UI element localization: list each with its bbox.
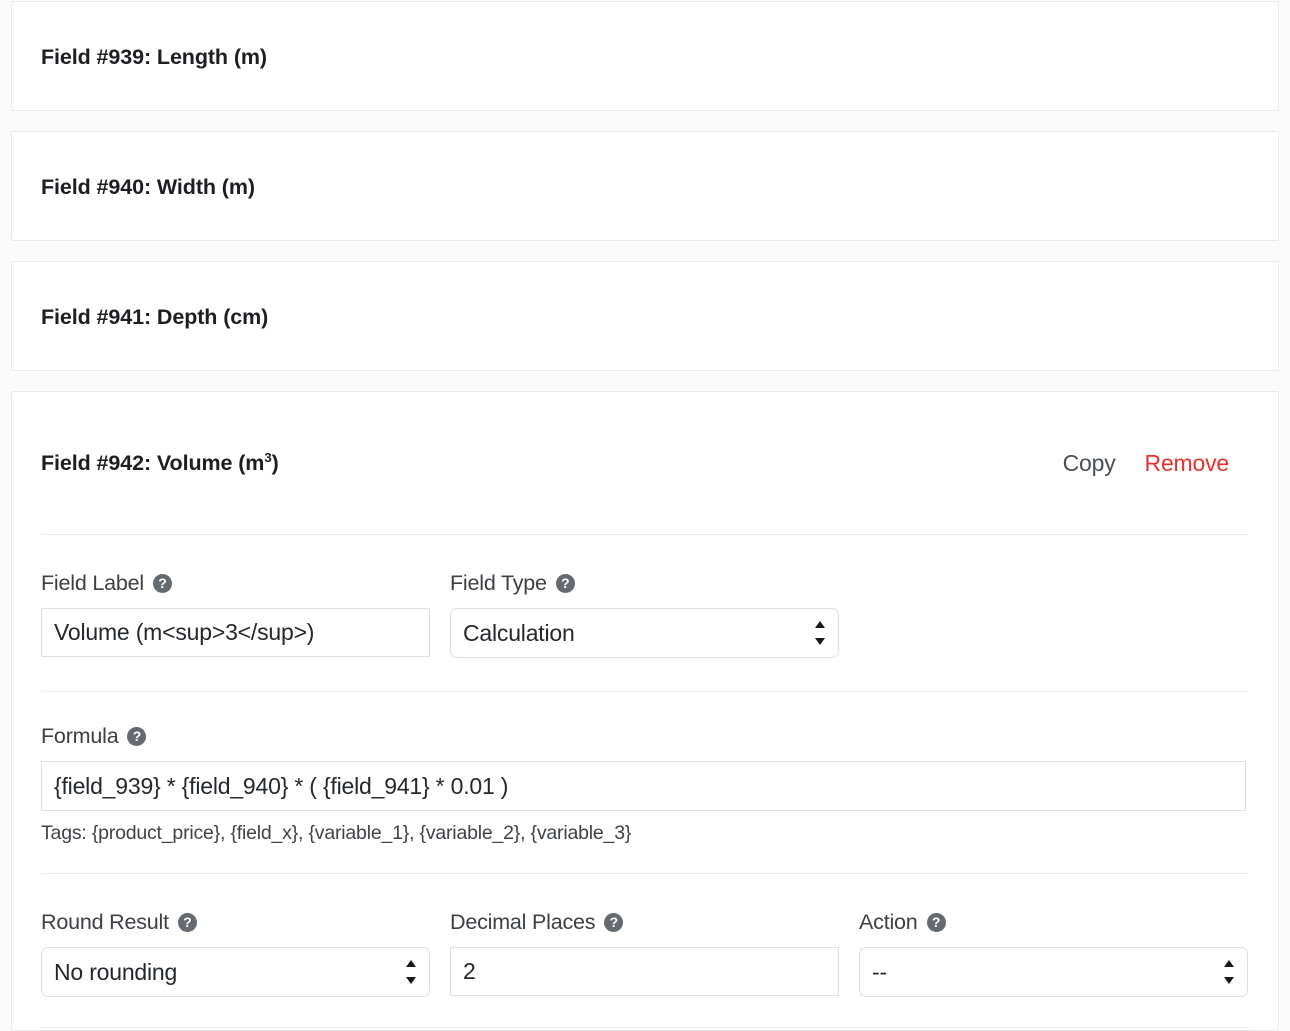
help-icon[interactable]: ? bbox=[177, 913, 197, 932]
field-card-actions: Copy Remove bbox=[1063, 450, 1249, 477]
action-select[interactable]: -- bbox=[859, 947, 1248, 997]
field-card-941[interactable]: Field #941: Depth (cm) bbox=[11, 261, 1279, 371]
row-label-type: Field Label ? Field Type ? Calculation bbox=[41, 535, 1249, 691]
help-icon[interactable]: ? bbox=[604, 913, 624, 932]
action-label-text: Action bbox=[859, 910, 918, 934]
action-select-wrap: -- bbox=[859, 947, 1248, 997]
formula-caption: Formula ? bbox=[41, 724, 1249, 749]
formula-tags-hint: Tags: {product_price}, {field_x}, {varia… bbox=[41, 822, 632, 844]
row-round-decimal-action: Round Result ? No rounding Decimal Place… bbox=[41, 874, 1249, 1027]
field-type-caption: Field Type ? bbox=[450, 571, 839, 596]
field-title-prefix: Field #942: Volume (m bbox=[41, 450, 265, 475]
field-type-group: Field Type ? Calculation bbox=[450, 571, 859, 658]
field-card-header[interactable]: Field #940: Width (m) bbox=[12, 132, 1278, 242]
round-result-group: Round Result ? No rounding bbox=[41, 910, 450, 997]
field-type-select-wrap: Calculation bbox=[450, 608, 839, 658]
field-type-text: Field Type bbox=[450, 571, 547, 595]
field-title: Field #941: Depth (cm) bbox=[41, 304, 269, 329]
decimal-places-input[interactable] bbox=[450, 947, 839, 996]
round-result-label-text: Round Result bbox=[41, 910, 169, 934]
field-label-group: Field Label ? bbox=[41, 571, 450, 658]
round-result-select-wrap: No rounding bbox=[41, 947, 430, 997]
field-card-939[interactable]: Field #939: Length (m) bbox=[11, 1, 1279, 111]
row-divider-3 bbox=[41, 1027, 1249, 1028]
field-type-select[interactable]: Calculation bbox=[450, 608, 839, 658]
field-label-text: Field Label bbox=[41, 571, 144, 595]
help-icon[interactable]: ? bbox=[555, 574, 575, 593]
row-formula: Formula ? Tags: {product_price}, {field_… bbox=[41, 692, 1249, 873]
field-label-input[interactable] bbox=[41, 608, 430, 657]
help-icon[interactable]: ? bbox=[926, 913, 946, 932]
formula-label-text: Formula bbox=[41, 724, 119, 748]
field-title: Field #942: Volume (m3) bbox=[41, 449, 279, 476]
action-caption: Action ? bbox=[859, 910, 1248, 935]
field-card-header[interactable]: Field #939: Length (m) bbox=[12, 2, 1278, 112]
round-result-caption: Round Result ? bbox=[41, 910, 430, 935]
formula-input[interactable] bbox=[41, 761, 1246, 811]
decimal-places-label-text: Decimal Places bbox=[450, 910, 596, 934]
field-title-suffix: ) bbox=[271, 450, 279, 475]
decimal-places-caption: Decimal Places ? bbox=[450, 910, 839, 935]
field-title-superscript: 3 bbox=[264, 449, 272, 465]
field-settings-body: Field Label ? Field Type ? Calculation bbox=[12, 535, 1278, 1028]
field-list: Field #939: Length (m) Field #940: Width… bbox=[0, 1, 1290, 1031]
help-icon[interactable]: ? bbox=[152, 574, 172, 593]
field-card-940[interactable]: Field #940: Width (m) bbox=[11, 131, 1279, 241]
decimal-places-group: Decimal Places ? bbox=[450, 910, 859, 997]
copy-field-link[interactable]: Copy bbox=[1063, 450, 1116, 477]
field-card-header[interactable]: Field #941: Depth (cm) bbox=[12, 262, 1278, 372]
field-label-caption: Field Label ? bbox=[41, 571, 430, 596]
field-title: Field #939: Length (m) bbox=[41, 44, 267, 69]
action-group: Action ? -- bbox=[859, 910, 1248, 997]
round-result-select[interactable]: No rounding bbox=[41, 947, 430, 997]
field-card-header[interactable]: Field #942: Volume (m3) Copy Remove bbox=[12, 392, 1278, 534]
remove-field-link[interactable]: Remove bbox=[1145, 450, 1230, 477]
help-icon[interactable]: ? bbox=[127, 727, 147, 746]
field-card-942[interactable]: Field #942: Volume (m3) Copy Remove Fiel… bbox=[11, 391, 1279, 1031]
field-title: Field #940: Width (m) bbox=[41, 174, 255, 199]
